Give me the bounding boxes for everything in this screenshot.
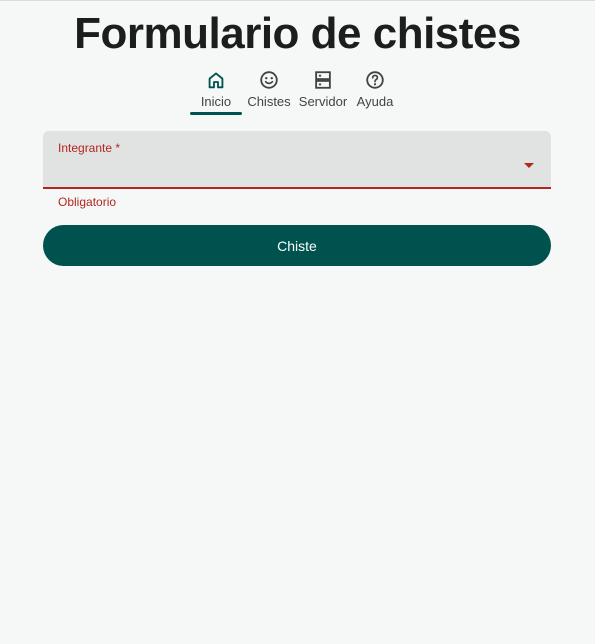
tab-servidor[interactable]: Servidor (295, 68, 351, 114)
tab-chistes-label: Chistes (247, 94, 291, 109)
help-circle-icon (366, 71, 384, 89)
tab-servidor-label: Servidor (298, 94, 348, 109)
tab-ayuda-label: Ayuda (356, 94, 394, 109)
navigation-tabs: Inicio Chistes Servidor Ayuda (189, 68, 399, 116)
tab-ayuda[interactable]: Ayuda (351, 68, 399, 114)
dropdown-arrow-icon (524, 163, 534, 168)
tab-inicio-label: Inicio (200, 94, 232, 109)
integrante-select-label: Integrante * (58, 141, 121, 155)
integrante-error-text: Obligatorio (58, 195, 117, 209)
page: Formulario de chistes Inicio Chistes Ser… (0, 0, 595, 644)
home-icon (208, 72, 224, 89)
smiley-face-icon (260, 71, 278, 89)
tab-inicio[interactable]: Inicio (189, 68, 243, 115)
integrante-select[interactable]: Integrante * (43, 131, 551, 189)
page-title: Formulario de chistes (74, 9, 521, 58)
tab-chistes[interactable]: Chistes (243, 68, 295, 114)
chiste-button[interactable]: Chiste (43, 225, 551, 266)
server-icon (315, 71, 331, 89)
